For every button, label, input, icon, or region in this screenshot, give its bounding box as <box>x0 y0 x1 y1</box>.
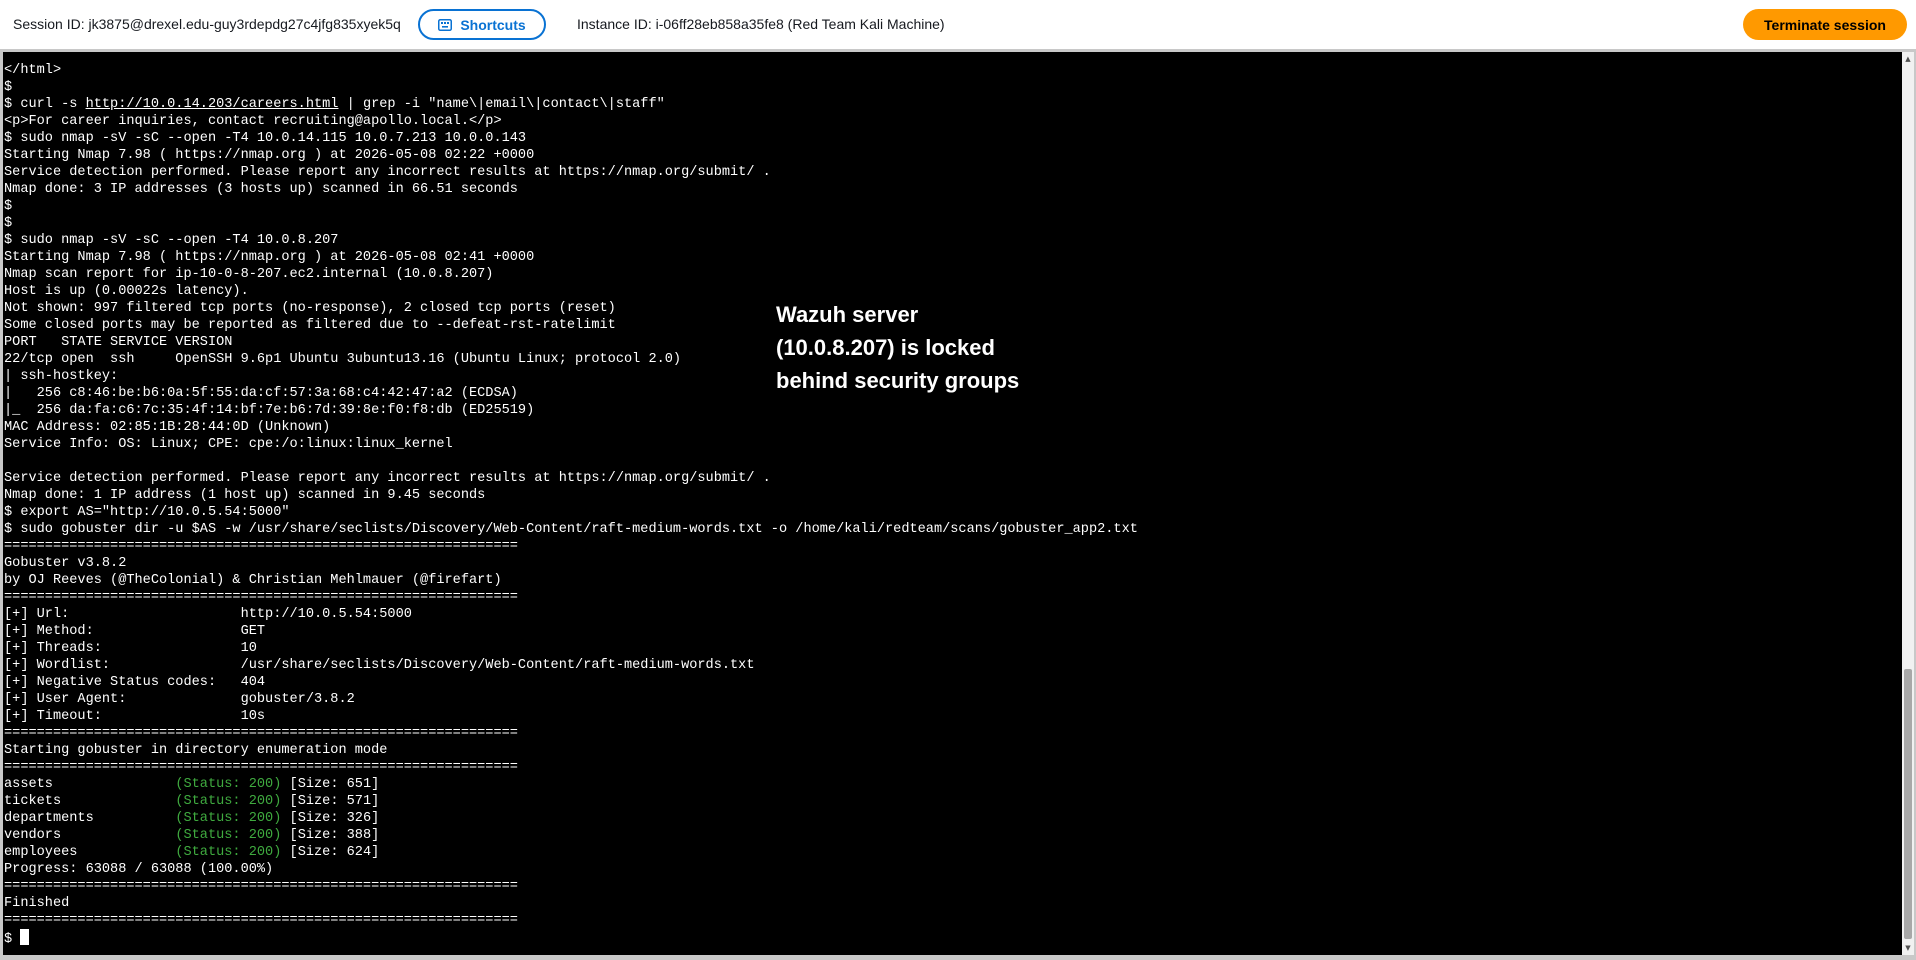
terminal-line: Starting Nmap 7.98 ( https://nmap.org ) … <box>4 250 535 265</box>
session-id: Session ID: jk3875@drexel.edu-guy3rdepdg… <box>13 16 401 32</box>
gobuster-result-line: tickets (Status: 200) [Size: 571] <box>4 793 1138 810</box>
terminal-line: [+] Method: GET <box>4 624 266 639</box>
result-status: (Status: 200) <box>175 777 282 792</box>
terminal-frame: </html> $ $ curl -s http://10.0.14.203/car… <box>0 49 1916 960</box>
terminal-line: MAC Address: 02:85:1B:28:44:0D (Unknown) <box>4 420 331 435</box>
terminal[interactable]: </html> $ $ curl -s http://10.0.14.203/car… <box>3 52 1902 955</box>
instance-id: Instance ID: i-06ff28eb858a35fe8 (Red Te… <box>577 16 945 32</box>
terminal-line: <p>For career inquiries, contact recruit… <box>4 114 502 129</box>
result-status: (Status: 200) <box>175 828 282 843</box>
terminal-line: ========================================… <box>4 760 518 775</box>
terminal-line: [+] Timeout: 10s <box>4 709 266 724</box>
terminal-line: Starting gobuster in directory enumerati… <box>4 743 388 758</box>
gobuster-result-line: assets (Status: 200) [Size: 651] <box>4 776 1138 793</box>
terminal-line: $ export AS="http://10.0.5.54:5000" <box>4 505 290 520</box>
gobuster-result-line: departments (Status: 200) [Size: 326] <box>4 810 1138 827</box>
terminal-line: $ sudo nmap -sV -sC --open -T4 10.0.14.1… <box>4 131 527 146</box>
keyboard-icon <box>438 18 453 31</box>
terminal-line: ========================================… <box>4 913 518 928</box>
result-size: [Size: 326] <box>281 811 380 826</box>
terminal-line: $ <box>4 80 13 95</box>
shortcuts-button[interactable]: Shortcuts <box>418 9 546 40</box>
terminal-line: [+] User Agent: gobuster/3.8.2 <box>4 692 355 707</box>
result-status: (Status: 200) <box>175 811 282 826</box>
terminal-scrollbar[interactable]: ▲ ▼ <box>1902 52 1914 955</box>
result-path: tickets <box>4 794 176 809</box>
terminal-line: ========================================… <box>4 879 518 894</box>
terminal-line: ========================================… <box>4 539 518 554</box>
terminal-line: Starting Nmap 7.98 ( https://nmap.org ) … <box>4 148 535 163</box>
terminal-cursor <box>20 929 30 945</box>
curl-url-link[interactable]: http://10.0.14.203/careers.html <box>86 97 339 112</box>
terminal-line: $ sudo gobuster dir -u $AS -w /usr/share… <box>4 522 1138 537</box>
result-size: [Size: 388] <box>281 828 380 843</box>
terminal-line: by OJ Reeves (@TheColonial) & Christian … <box>4 573 502 588</box>
terminal-line: $ sudo nmap -sV -sC --open -T4 10.0.8.20… <box>4 233 339 248</box>
gobuster-result-line: vendors (Status: 200) [Size: 388] <box>4 827 1138 844</box>
session-header: Session ID: jk3875@drexel.edu-guy3rdepdg… <box>0 0 1916 49</box>
terminal-line: $ curl -s http://10.0.14.203/careers.htm… <box>4 97 665 112</box>
terminal-line: ========================================… <box>4 726 518 741</box>
terminal-line: [+] Url: http://10.0.5.54:5000 <box>4 607 412 622</box>
result-path: employees <box>4 845 176 860</box>
terminal-line: [+] Negative Status codes: 404 <box>4 675 266 690</box>
result-status: (Status: 200) <box>175 845 282 860</box>
terminal-prompt: $ <box>4 932 13 947</box>
terminal-line: Finished <box>4 896 70 911</box>
terminal-line: [+] Threads: 10 <box>4 641 257 656</box>
terminal-line: $ <box>4 199 13 214</box>
result-status: (Status: 200) <box>175 794 282 809</box>
result-path: vendors <box>4 828 176 843</box>
terminal-prompt-line[interactable]: $ <box>4 929 1138 947</box>
shortcuts-label: Shortcuts <box>460 16 526 33</box>
terminal-line: ========================================… <box>4 590 518 605</box>
terminal-line: Nmap scan report for ip-10-0-8-207.ec2.i… <box>4 267 494 282</box>
scroll-up-arrow-icon[interactable]: ▲ <box>1902 52 1914 66</box>
scroll-thumb[interactable] <box>1904 669 1912 939</box>
result-size: [Size: 624] <box>281 845 380 860</box>
terminal-output: </html> $ $ curl -s http://10.0.14.203/car… <box>4 62 1138 947</box>
terminal-line: Gobuster v3.8.2 <box>4 556 127 571</box>
result-path: assets <box>4 777 176 792</box>
terminal-line: |_ 256 da:fa:c6:7c:35:4f:14:bf:7e:b6:7d:… <box>4 403 535 418</box>
terminal-line: Service detection performed. Please repo… <box>4 165 771 180</box>
terminal-line: $ <box>4 216 13 231</box>
terminal-line: Service Info: OS: Linux; CPE: cpe:/o:lin… <box>4 437 453 452</box>
terminal-line: Nmap done: 3 IP addresses (3 hosts up) s… <box>4 182 518 197</box>
annotation-note: Wazuh server (10.0.8.207) is locked behi… <box>776 302 1020 393</box>
terminal-line: Service detection performed. Please repo… <box>4 471 771 486</box>
result-size: [Size: 571] <box>281 794 380 809</box>
terminal-line: Nmap done: 1 IP address (1 host up) scan… <box>4 488 486 503</box>
result-size: [Size: 651] <box>281 777 380 792</box>
terminal-line: </html> <box>4 63 62 78</box>
result-path: departments <box>4 811 176 826</box>
terminal-line: [+] Wordlist: /usr/share/seclists/Discov… <box>4 658 755 673</box>
terminal-line: Progress: 63088 / 63088 (100.00%) <box>4 862 274 877</box>
gobuster-result-line: employees (Status: 200) [Size: 624] <box>4 844 1138 861</box>
scroll-down-arrow-icon[interactable]: ▼ <box>1902 941 1914 955</box>
terminate-session-button[interactable]: Terminate session <box>1743 9 1907 40</box>
